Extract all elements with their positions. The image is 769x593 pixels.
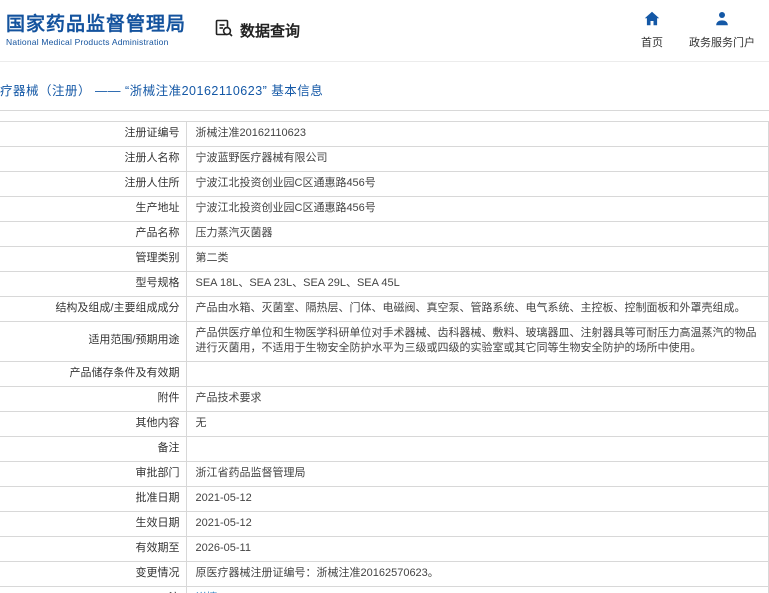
- row-label: 管理类别: [0, 245, 187, 272]
- site-title: 国家药品监督管理局: [6, 13, 187, 35]
- row-label: 生产地址: [0, 195, 187, 222]
- row-value: 浙械注准20162110623: [185, 121, 769, 147]
- table-row: 结构及组成/主要组成成分 产品由水箱、灭菌室、隔热层、门体、电磁阀、真空泵、管路…: [0, 295, 769, 322]
- table-row: 附件 产品技术要求: [0, 386, 769, 413]
- table-row: 生产地址 宁波江北投资创业园C区通惠路456号: [0, 195, 769, 222]
- row-value: [185, 361, 769, 388]
- row-value: 2021-05-12: [185, 511, 769, 537]
- row-value: 产品供医疗单位和生物医学科研单位对手术器械、齿科器械、敷料、玻璃器皿、注射器具等…: [185, 320, 769, 363]
- table-row: 生效日期 2021-05-12: [0, 511, 769, 537]
- row-label: 附件: [0, 386, 187, 413]
- row-label: 审批部门: [0, 461, 187, 488]
- row-value: 2026-05-11: [185, 535, 769, 562]
- info-table: 注册证编号 浙械注准20162110623 注册人名称 宁波蓝野医疗器械有限公司…: [0, 121, 769, 593]
- row-value: 宁波江北投资创业园C区通惠路456号: [185, 195, 769, 222]
- table-row: 适用范围/预期用途 产品供医疗单位和生物医学科研单位对手术器械、齿科器械、敷料、…: [0, 320, 769, 363]
- row-label: 注册人名称: [0, 145, 187, 172]
- nav-home-label: 首页: [641, 37, 663, 49]
- top-nav: 首页 政务服务门户: [641, 11, 755, 50]
- table-row: 备注: [0, 436, 769, 463]
- site-header: 国家药品监督管理局 National Medical Products Admi…: [0, 0, 769, 62]
- table-row: 产品名称 压力蒸汽灭菌器: [0, 220, 769, 247]
- nav-home[interactable]: 首页: [641, 11, 663, 50]
- row-label: 产品储存条件及有效期: [0, 361, 187, 388]
- table-row: 变更情况 原医疗器械注册证编号：浙械注准20162570623。: [0, 560, 769, 587]
- nav-portal-label: 政务服务门户: [689, 37, 755, 49]
- site-logo[interactable]: 国家药品监督管理局 National Medical Products Admi…: [6, 14, 188, 48]
- row-value: 宁波江北投资创业园C区通惠路456号: [185, 170, 769, 197]
- table-row: 管理类别 第二类: [0, 245, 769, 272]
- row-value: SEA 18L、SEA 23L、SEA 29L、SEA 45L: [185, 270, 769, 297]
- table-row: 产品储存条件及有效期: [0, 361, 769, 388]
- data-query-section: 数据查询: [214, 18, 300, 43]
- home-icon: [644, 11, 660, 31]
- row-label: 型号规格: [0, 270, 187, 297]
- table-row: 其他内容 无: [0, 411, 769, 438]
- row-value: 产品由水箱、灭菌室、隔热层、门体、电磁阀、真空泵、管路系统、电气系统、主控板、控…: [185, 295, 769, 322]
- row-value: 宁波蓝野医疗器械有限公司: [185, 145, 769, 172]
- data-query-label: 数据查询: [240, 23, 301, 40]
- page: 国家药品监督管理局 National Medical Products Admi…: [0, 0, 769, 593]
- row-label: 批准日期: [0, 486, 187, 512]
- row-label: ●注: [0, 585, 187, 593]
- row-label: 其他内容: [0, 411, 187, 438]
- row-value: 压力蒸汽灭菌器: [185, 220, 769, 247]
- row-value: 第二类: [185, 245, 769, 272]
- row-label: 变更情况: [0, 560, 187, 587]
- row-value: [185, 436, 769, 463]
- row-label: 注册证编号: [0, 121, 187, 147]
- title-bar: 医疗器械（注册） —— “浙械注准20162110623” 基本信息: [0, 62, 769, 111]
- row-label: 产品名称: [0, 220, 187, 247]
- row-label: 生效日期: [0, 511, 187, 537]
- row-label: 注册人住所: [0, 170, 187, 197]
- table-row: ●注 详情: [0, 585, 769, 593]
- table-row: 批准日期 2021-05-12: [0, 486, 769, 512]
- data-query-icon: [214, 18, 234, 43]
- table-row: 注册证编号 浙械注准20162110623: [0, 121, 769, 147]
- page-title: 医疗器械（注册） —— “浙械注准20162110623” 基本信息: [0, 84, 324, 98]
- row-value: 原医疗器械注册证编号：浙械注准20162570623。: [185, 560, 769, 587]
- row-value: 2021-05-12: [185, 486, 769, 512]
- site-subtitle: National Medical Products Administration: [6, 37, 169, 48]
- table-row: 注册人住所 宁波江北投资创业园C区通惠路456号: [0, 170, 769, 197]
- row-value: 无: [185, 411, 769, 438]
- table-row: 审批部门 浙江省药品监督管理局: [0, 461, 769, 488]
- row-value: 详情: [185, 585, 769, 593]
- table-row: 注册人名称 宁波蓝野医疗器械有限公司: [0, 145, 769, 172]
- row-label: 有效期至: [0, 535, 187, 562]
- row-label: 备注: [0, 436, 187, 463]
- row-label: 适用范围/预期用途: [0, 320, 187, 363]
- row-value: 浙江省药品监督管理局: [185, 461, 769, 488]
- row-value: 产品技术要求: [185, 386, 769, 413]
- table-row: 有效期至 2026-05-11: [0, 535, 769, 562]
- table-row: 型号规格 SEA 18L、SEA 23L、SEA 29L、SEA 45L: [0, 270, 769, 297]
- nav-portal[interactable]: 政务服务门户: [689, 11, 755, 50]
- row-label: 结构及组成/主要组成成分: [0, 295, 187, 322]
- user-icon: [714, 11, 730, 31]
